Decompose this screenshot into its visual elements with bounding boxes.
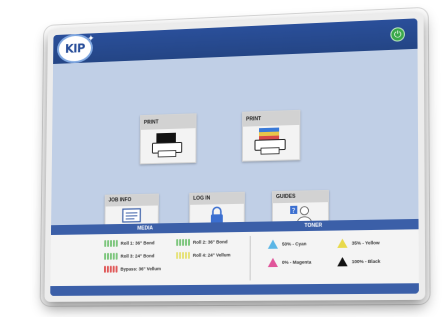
logo-text: KIP <box>65 41 85 55</box>
roll-3-gauge-icon <box>104 253 118 260</box>
toner-cyan-label: 50% - Cyan <box>282 241 306 246</box>
kip-logo: KIP <box>59 35 91 62</box>
toner-black-icon <box>337 257 347 266</box>
toner-cyan-icon <box>268 240 278 249</box>
status-panel: MEDIA TONER Roll 1: 36" Bond Roll 2: 36"… <box>50 219 419 286</box>
toner-black-label: 100% - Black <box>352 259 381 264</box>
roll-4: Roll 4: 24" Vellum <box>176 251 230 259</box>
roll-bypass-gauge-icon <box>104 266 118 273</box>
device-frame: KIP ✦ ⏻ PRINT PRINT JOB INFO LOG IN GUID… <box>44 12 425 302</box>
svg-text:?: ? <box>292 207 296 215</box>
roll-3: Roll 3: 24" Bond <box>104 252 154 260</box>
kip-screen: KIP ✦ ⏻ PRINT PRINT JOB INFO LOG IN GUID… <box>50 18 419 296</box>
toner-title: TONER <box>304 223 322 229</box>
panel-divider <box>250 236 251 281</box>
roll-1: Roll 1: 36" Bond <box>104 239 154 247</box>
toner-magenta-label: 0% - Magenta <box>282 260 311 265</box>
roll-1-label: Roll 1: 36" Bond <box>121 240 155 245</box>
roll-2-gauge-icon <box>176 239 190 246</box>
toner-cyan: 50% - Cyan <box>268 239 307 249</box>
roll-4-gauge-icon <box>176 252 190 259</box>
roll-2-label: Roll 2: 36" Bond <box>193 239 228 245</box>
toner-magenta: 0% - Magenta <box>268 257 312 267</box>
footer-bar <box>50 283 419 296</box>
toner-yellow-icon <box>337 239 347 248</box>
roll-bypass: Bypass: 36" Vellum <box>104 265 161 273</box>
toner-yellow: 35% - Yellow <box>337 238 379 248</box>
stage: KIP ✦ ⏻ PRINT PRINT JOB INFO LOG IN GUID… <box>0 0 447 317</box>
logo-star-icon: ✦ <box>87 33 94 44</box>
print-tile-1[interactable]: PRINT <box>140 113 197 164</box>
toner-black: 100% - Black <box>337 257 380 267</box>
roll-3-label: Roll 3: 24" Bond <box>121 253 155 258</box>
roll-1-gauge-icon <box>104 240 118 247</box>
toner-yellow-label: 35% - Yellow <box>352 240 380 246</box>
color-printer-icon <box>243 125 299 166</box>
main-area: PRINT PRINT JOB INFO LOG IN GUIDES ? <box>51 49 418 225</box>
roll-bypass-label: Bypass: 36" Vellum <box>120 266 161 271</box>
roll-4-label: Roll 4: 24" Vellum <box>193 252 231 257</box>
printer-icon <box>141 128 196 168</box>
toner-magenta-icon <box>268 258 278 267</box>
roll-2: Roll 2: 36" Bond <box>176 238 227 246</box>
print-tile-2[interactable]: PRINT <box>242 110 300 162</box>
media-title: MEDIA <box>137 225 153 231</box>
power-icon[interactable]: ⏻ <box>390 27 405 42</box>
